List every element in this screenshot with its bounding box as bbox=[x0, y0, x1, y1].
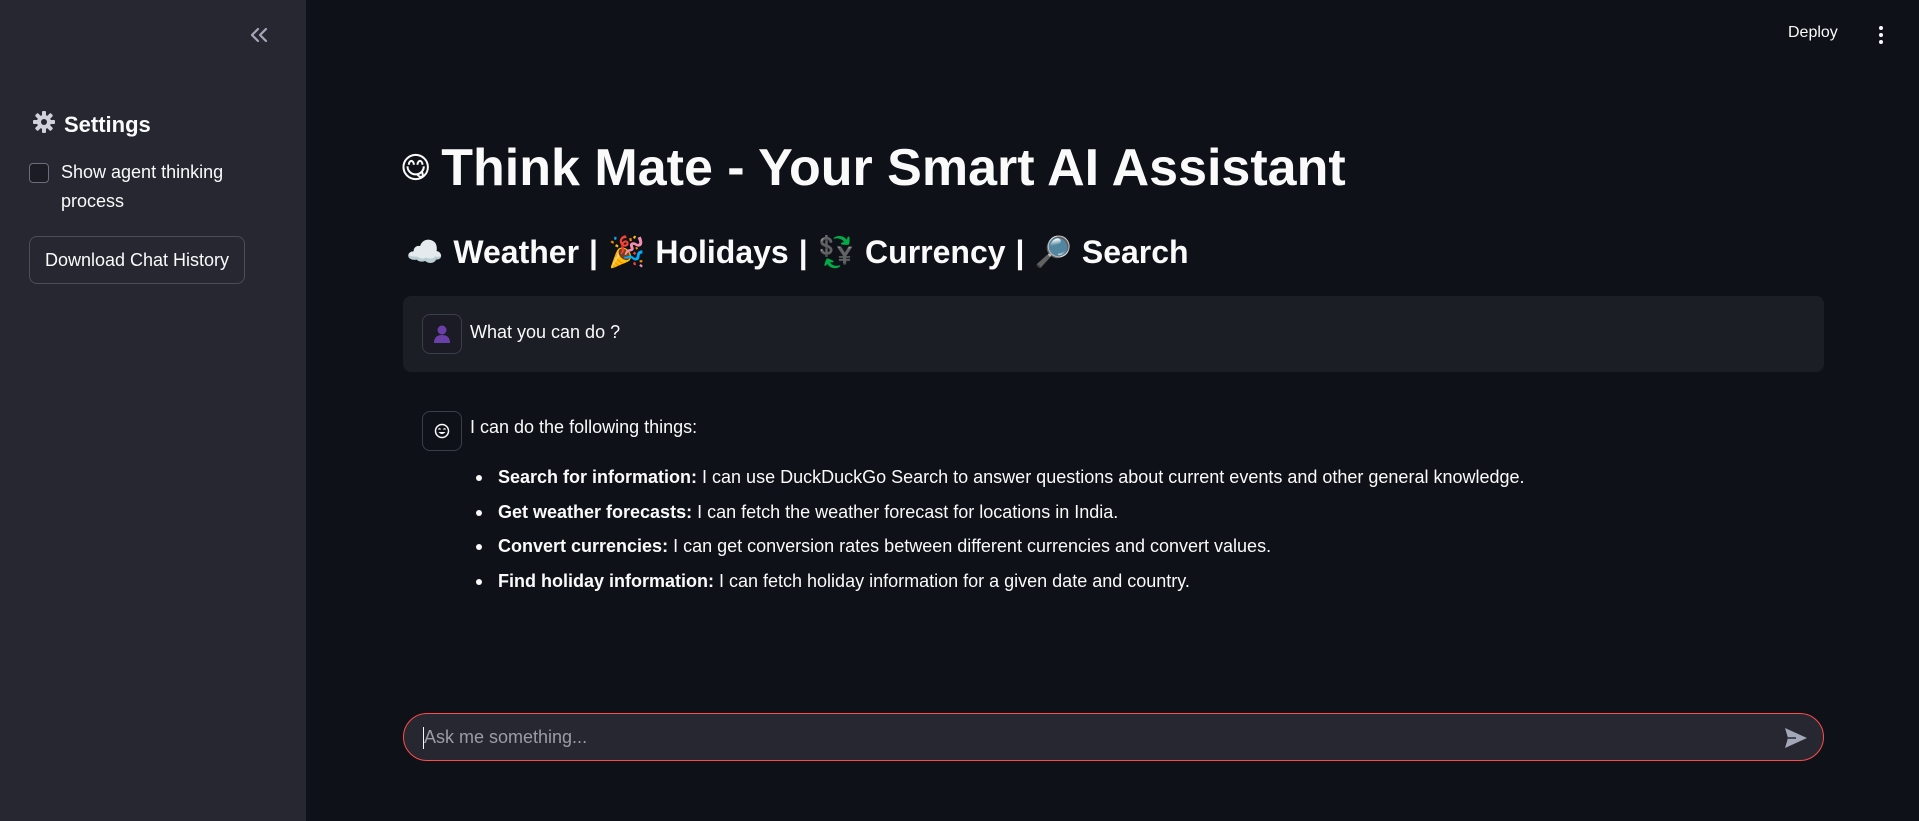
user-message-text: What you can do ? bbox=[470, 322, 621, 342]
list-item-text: I can use DuckDuckGo Search to answer qu… bbox=[697, 467, 1525, 487]
deploy-button[interactable]: Deploy bbox=[1788, 24, 1838, 42]
gear-icon bbox=[32, 110, 56, 140]
list-item-title: Search for information: bbox=[498, 467, 698, 487]
list-item-text: I can get conversion rates between diffe… bbox=[668, 536, 1272, 556]
currency-exchange-icon: 💱 bbox=[817, 236, 856, 269]
page-title-text: Think Mate - Your Smart AI Assistant bbox=[441, 139, 1346, 197]
chat-input[interactable] bbox=[422, 714, 1762, 760]
chat-input-container bbox=[403, 713, 1824, 761]
subtitle-separator: | bbox=[798, 234, 808, 270]
list-item: Search for information: I can use DuckDu… bbox=[476, 462, 1525, 497]
list-item-text: I can fetch the weather forecast for loc… bbox=[692, 501, 1119, 522]
collapse-sidebar-icon[interactable] bbox=[246, 22, 272, 48]
assistant-capabilities-list: Search for information: I can use DuckDu… bbox=[470, 462, 1525, 600]
show-thinking-checkbox[interactable]: Show agent thinking process bbox=[29, 158, 279, 216]
magnifier-icon: 🔎 bbox=[1034, 236, 1072, 269]
subtitle-search: Search bbox=[1081, 234, 1189, 270]
subtitle-holidays: Holidays bbox=[655, 234, 789, 270]
list-item: Find holiday information: I can fetch ho… bbox=[476, 566, 1525, 601]
main-menu-icon[interactable] bbox=[1874, 22, 1888, 48]
subtitle-weather: Weather bbox=[453, 234, 580, 270]
cloud-icon: ☁️ bbox=[406, 236, 444, 269]
user-avatar-icon bbox=[422, 314, 462, 354]
subtitle-separator: | bbox=[589, 234, 598, 270]
list-item: Get weather forecasts: I can fetch the w… bbox=[476, 497, 1525, 532]
list-item-text: I can fetch holiday information for a gi… bbox=[713, 570, 1190, 591]
user-message: What you can do ? bbox=[403, 296, 1824, 372]
feature-subtitle: ☁️ Weather | 🎉 Holidays | 💱 Currency | 🔎… bbox=[406, 234, 1189, 271]
download-chat-history-button[interactable]: Download Chat History bbox=[29, 236, 245, 284]
settings-title: Settings bbox=[64, 112, 151, 137]
checkbox-box[interactable] bbox=[29, 163, 49, 183]
list-item-title: Get weather forecasts: bbox=[498, 501, 693, 522]
settings-heading: Settings bbox=[32, 110, 151, 140]
party-popper-icon: 🎉 bbox=[607, 236, 646, 269]
send-icon[interactable] bbox=[1781, 723, 1811, 753]
list-item-title: Convert currencies: bbox=[498, 536, 669, 556]
checkbox-label: Show agent thinking process bbox=[61, 162, 224, 211]
subtitle-separator: | bbox=[1015, 234, 1025, 270]
list-item-title: Find holiday information: bbox=[498, 570, 714, 591]
assistant-intro-text: I can do the following things: bbox=[470, 417, 698, 437]
sidebar: Settings Show agent thinking process Dow… bbox=[0, 0, 306, 821]
smiley-icon: 😋 bbox=[400, 151, 432, 185]
list-item: Convert currencies: I can get conversion… bbox=[476, 531, 1525, 566]
subtitle-currency: Currency bbox=[865, 234, 1006, 270]
assistant-avatar-icon bbox=[422, 411, 462, 451]
page-title: 😋 Think Mate - Your Smart AI Assistant bbox=[400, 138, 1346, 198]
text-caret bbox=[423, 727, 424, 749]
